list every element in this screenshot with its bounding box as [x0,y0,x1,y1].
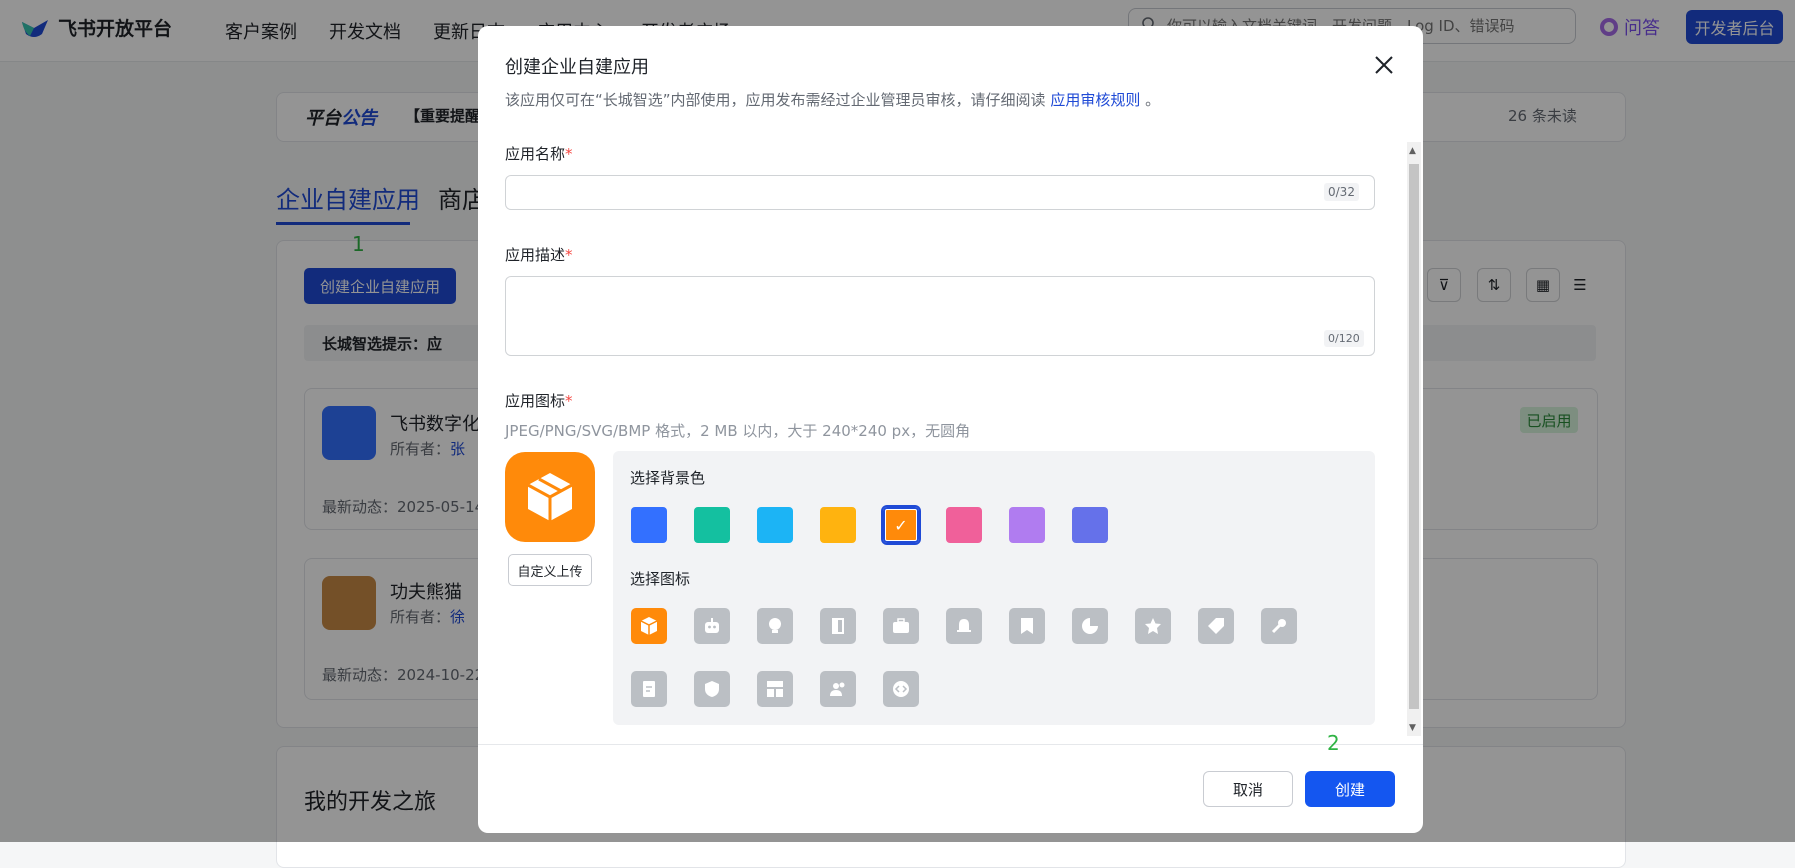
tag-icon [1208,618,1224,634]
app-desc-field[interactable] [505,276,1375,356]
robot-icon [705,618,719,633]
briefcase-icon [893,618,909,633]
step-marker-2: 2 [1327,731,1340,755]
icon-pick-label: 选择图标 [630,570,691,588]
layout-icon [767,681,783,697]
modal-subtitle: 该应用仅可在“长城智选”内部使用，应用发布需经过企业管理员审核，请仔细阅读 应用… [505,91,1161,109]
color-swatch-yellow[interactable] [820,507,856,543]
bookmark-check-icon [1021,618,1033,634]
checkmark-icon: ✓ [894,515,908,535]
color-swatch-pink[interactable] [946,507,982,543]
people-icon [830,682,845,696]
icon-option-layout[interactable] [757,671,793,707]
modal-footer-divider [478,744,1423,745]
icon-option-document[interactable] [631,671,667,707]
create-button[interactable]: 创建 [1305,771,1395,807]
color-swatch-blue[interactable] [631,507,667,543]
icon-option-tag[interactable] [1198,608,1234,644]
box-icon [527,473,573,521]
desc-char-counter: 0/120 [1324,330,1364,347]
color-swatch-indigo[interactable] [1072,507,1108,543]
review-rules-link[interactable]: 应用审核规则 [1050,91,1140,109]
code-icon [893,681,909,697]
icon-option-box[interactable] [631,608,667,644]
app-icon-label: 应用图标* [505,392,573,410]
icon-option-wrench[interactable] [1261,608,1297,644]
wrench-icon [1271,619,1286,634]
app-name-label: 应用名称* [505,145,573,163]
icon-option-door[interactable] [820,608,856,644]
icon-format-hint: JPEG/PNG/SVG/BMP 格式，2 MB 以内，大于 240*240 p… [505,422,971,440]
modal-title: 创建企业自建应用 [505,57,649,78]
name-char-counter: 0/32 [1324,183,1359,201]
document-icon [643,681,655,697]
icon-option-bell[interactable] [946,608,982,644]
shield-check-icon [705,681,719,697]
door-icon [832,618,844,634]
scroll-down-icon[interactable]: ▼ [1409,723,1416,733]
color-swatch-teal[interactable] [694,507,730,543]
icon-option-shield[interactable] [694,671,730,707]
bell-icon [957,619,971,632]
scroll-up-icon[interactable]: ▲ [1409,146,1416,156]
pie-icon [1082,618,1098,634]
custom-upload-button[interactable]: 自定义上传 [508,554,592,586]
icon-option-people[interactable] [820,671,856,707]
close-icon[interactable] [1373,54,1395,76]
icon-option-bookmark[interactable] [1009,608,1045,644]
star-badge-icon [1145,618,1161,634]
modal-scroll-thumb[interactable] [1409,164,1419,709]
cancel-button[interactable]: 取消 [1203,771,1293,807]
icon-option-star[interactable] [1135,608,1171,644]
box-icon [640,617,658,635]
icon-option-briefcase[interactable] [883,608,919,644]
icon-option-robot[interactable] [694,608,730,644]
app-name-field[interactable] [505,175,1375,210]
bulb-icon [769,618,781,633]
create-app-modal: 创建企业自建应用 该应用仅可在“长城智选”内部使用，应用发布需经过企业管理员审核… [478,26,1423,833]
icon-option-bulb[interactable] [757,608,793,644]
app-desc-label: 应用描述* [505,246,573,264]
icon-option-code[interactable] [883,671,919,707]
icon-option-pie[interactable] [1072,608,1108,644]
bg-color-label: 选择背景色 [630,469,706,487]
icon-preview [505,452,595,542]
color-swatch-cyan[interactable] [757,507,793,543]
color-swatch-orange[interactable]: ✓ [883,507,919,543]
color-swatch-purple[interactable] [1009,507,1045,543]
